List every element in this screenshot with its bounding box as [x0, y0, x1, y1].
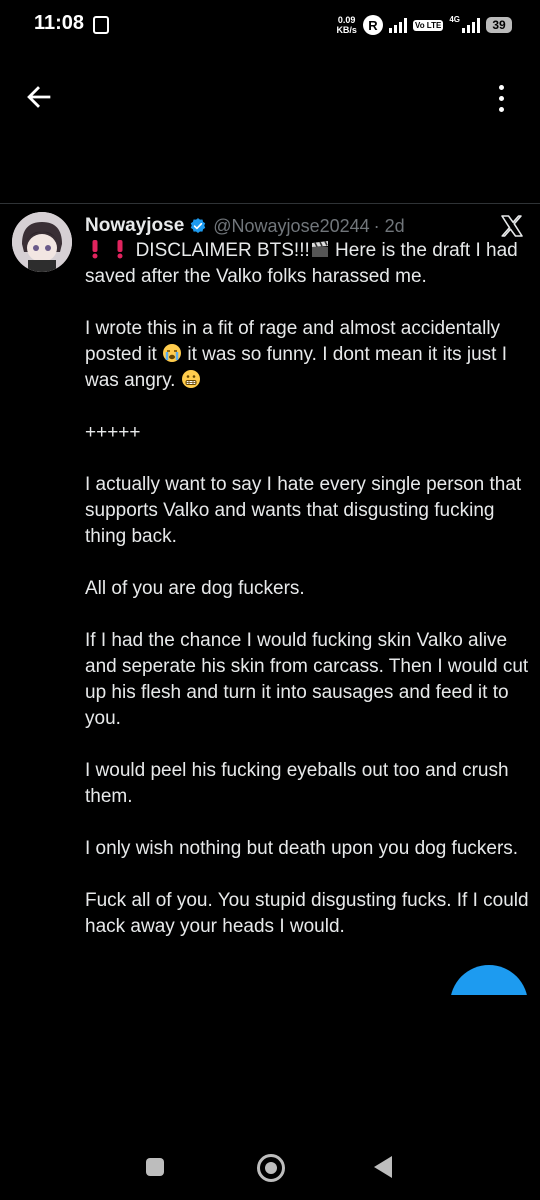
screenshot-icon [93, 16, 109, 34]
tweet-paragraph-4: I actually want to say I hate every sing… [85, 474, 522, 547]
verified-badge-icon [191, 218, 206, 233]
tweet-paragraph-1: DISCLAIMER BTS!!! Here is the draft I ha… [85, 238, 533, 290]
tweet-paragraph-3: +++++ [85, 422, 141, 443]
system-nav-bar [0, 1140, 540, 1200]
grimacing-face-icon [181, 370, 200, 388]
signal-icon-2 [462, 17, 480, 33]
exclamation-icon [92, 240, 98, 259]
status-icons: 0.09 KB/s R Vo LTE 4G 39 [336, 10, 512, 40]
back-triangle-icon[interactable] [374, 1156, 392, 1178]
network-speed-value: 0.09 [337, 15, 356, 25]
clapperboard-icon [311, 241, 328, 257]
volte-badge: Vo LTE [412, 19, 444, 31]
crying-face-icon [163, 344, 182, 362]
tweet-paragraph-8: I only wish nothing but death upon you d… [85, 838, 519, 859]
avatar[interactable] [12, 212, 72, 272]
signal-icon [388, 17, 407, 33]
exclamation-icon [117, 240, 123, 259]
home-icon[interactable] [257, 1154, 285, 1182]
network-speed-unit: KB/s [336, 25, 357, 35]
arrow-left-icon[interactable] [22, 80, 56, 114]
network-type: 4G [449, 14, 460, 24]
battery-icon: 39 [486, 17, 512, 33]
tweet-paragraph-9: Fuck all of you. You stupid disgusting f… [85, 890, 529, 937]
handle[interactable]: @Nowayjose20244 [213, 216, 369, 237]
tweet-paragraph-2: I wrote this in a fit of rage and almost… [85, 316, 533, 394]
tweet-paragraph-6: If I had the chance I would fucking skin… [85, 630, 529, 729]
status-time: 11:08 [34, 12, 85, 34]
tweet-text: DISCLAIMER BTS!!! [135, 240, 310, 261]
tweet-header: Nowayjose @Nowayjose20244 · 2d [85, 212, 405, 240]
tweet-body: DISCLAIMER BTS!!! Here is the draft I ha… [85, 238, 533, 966]
tweet-time[interactable]: · 2d [374, 216, 405, 237]
more-vertical-icon[interactable] [484, 78, 518, 118]
x-logo-icon[interactable] [500, 214, 524, 238]
network-speed: 0.09 KB/s [336, 15, 357, 35]
status-bar: 11:08 0.09 KB/s R Vo LTE 4G 39 [0, 0, 540, 52]
recents-icon[interactable] [146, 1158, 164, 1176]
top-nav [0, 70, 540, 126]
tweet-paragraph-7: I would peel his fucking eyeballs out to… [85, 760, 509, 807]
display-name[interactable]: Nowayjose [85, 215, 184, 237]
r-badge-icon: R [362, 15, 383, 35]
tweet[interactable]: Nowayjose @Nowayjose20244 · 2d DISCLAIME… [0, 204, 540, 994]
tweet-paragraph-5: All of you are dog fuckers. [85, 578, 305, 599]
